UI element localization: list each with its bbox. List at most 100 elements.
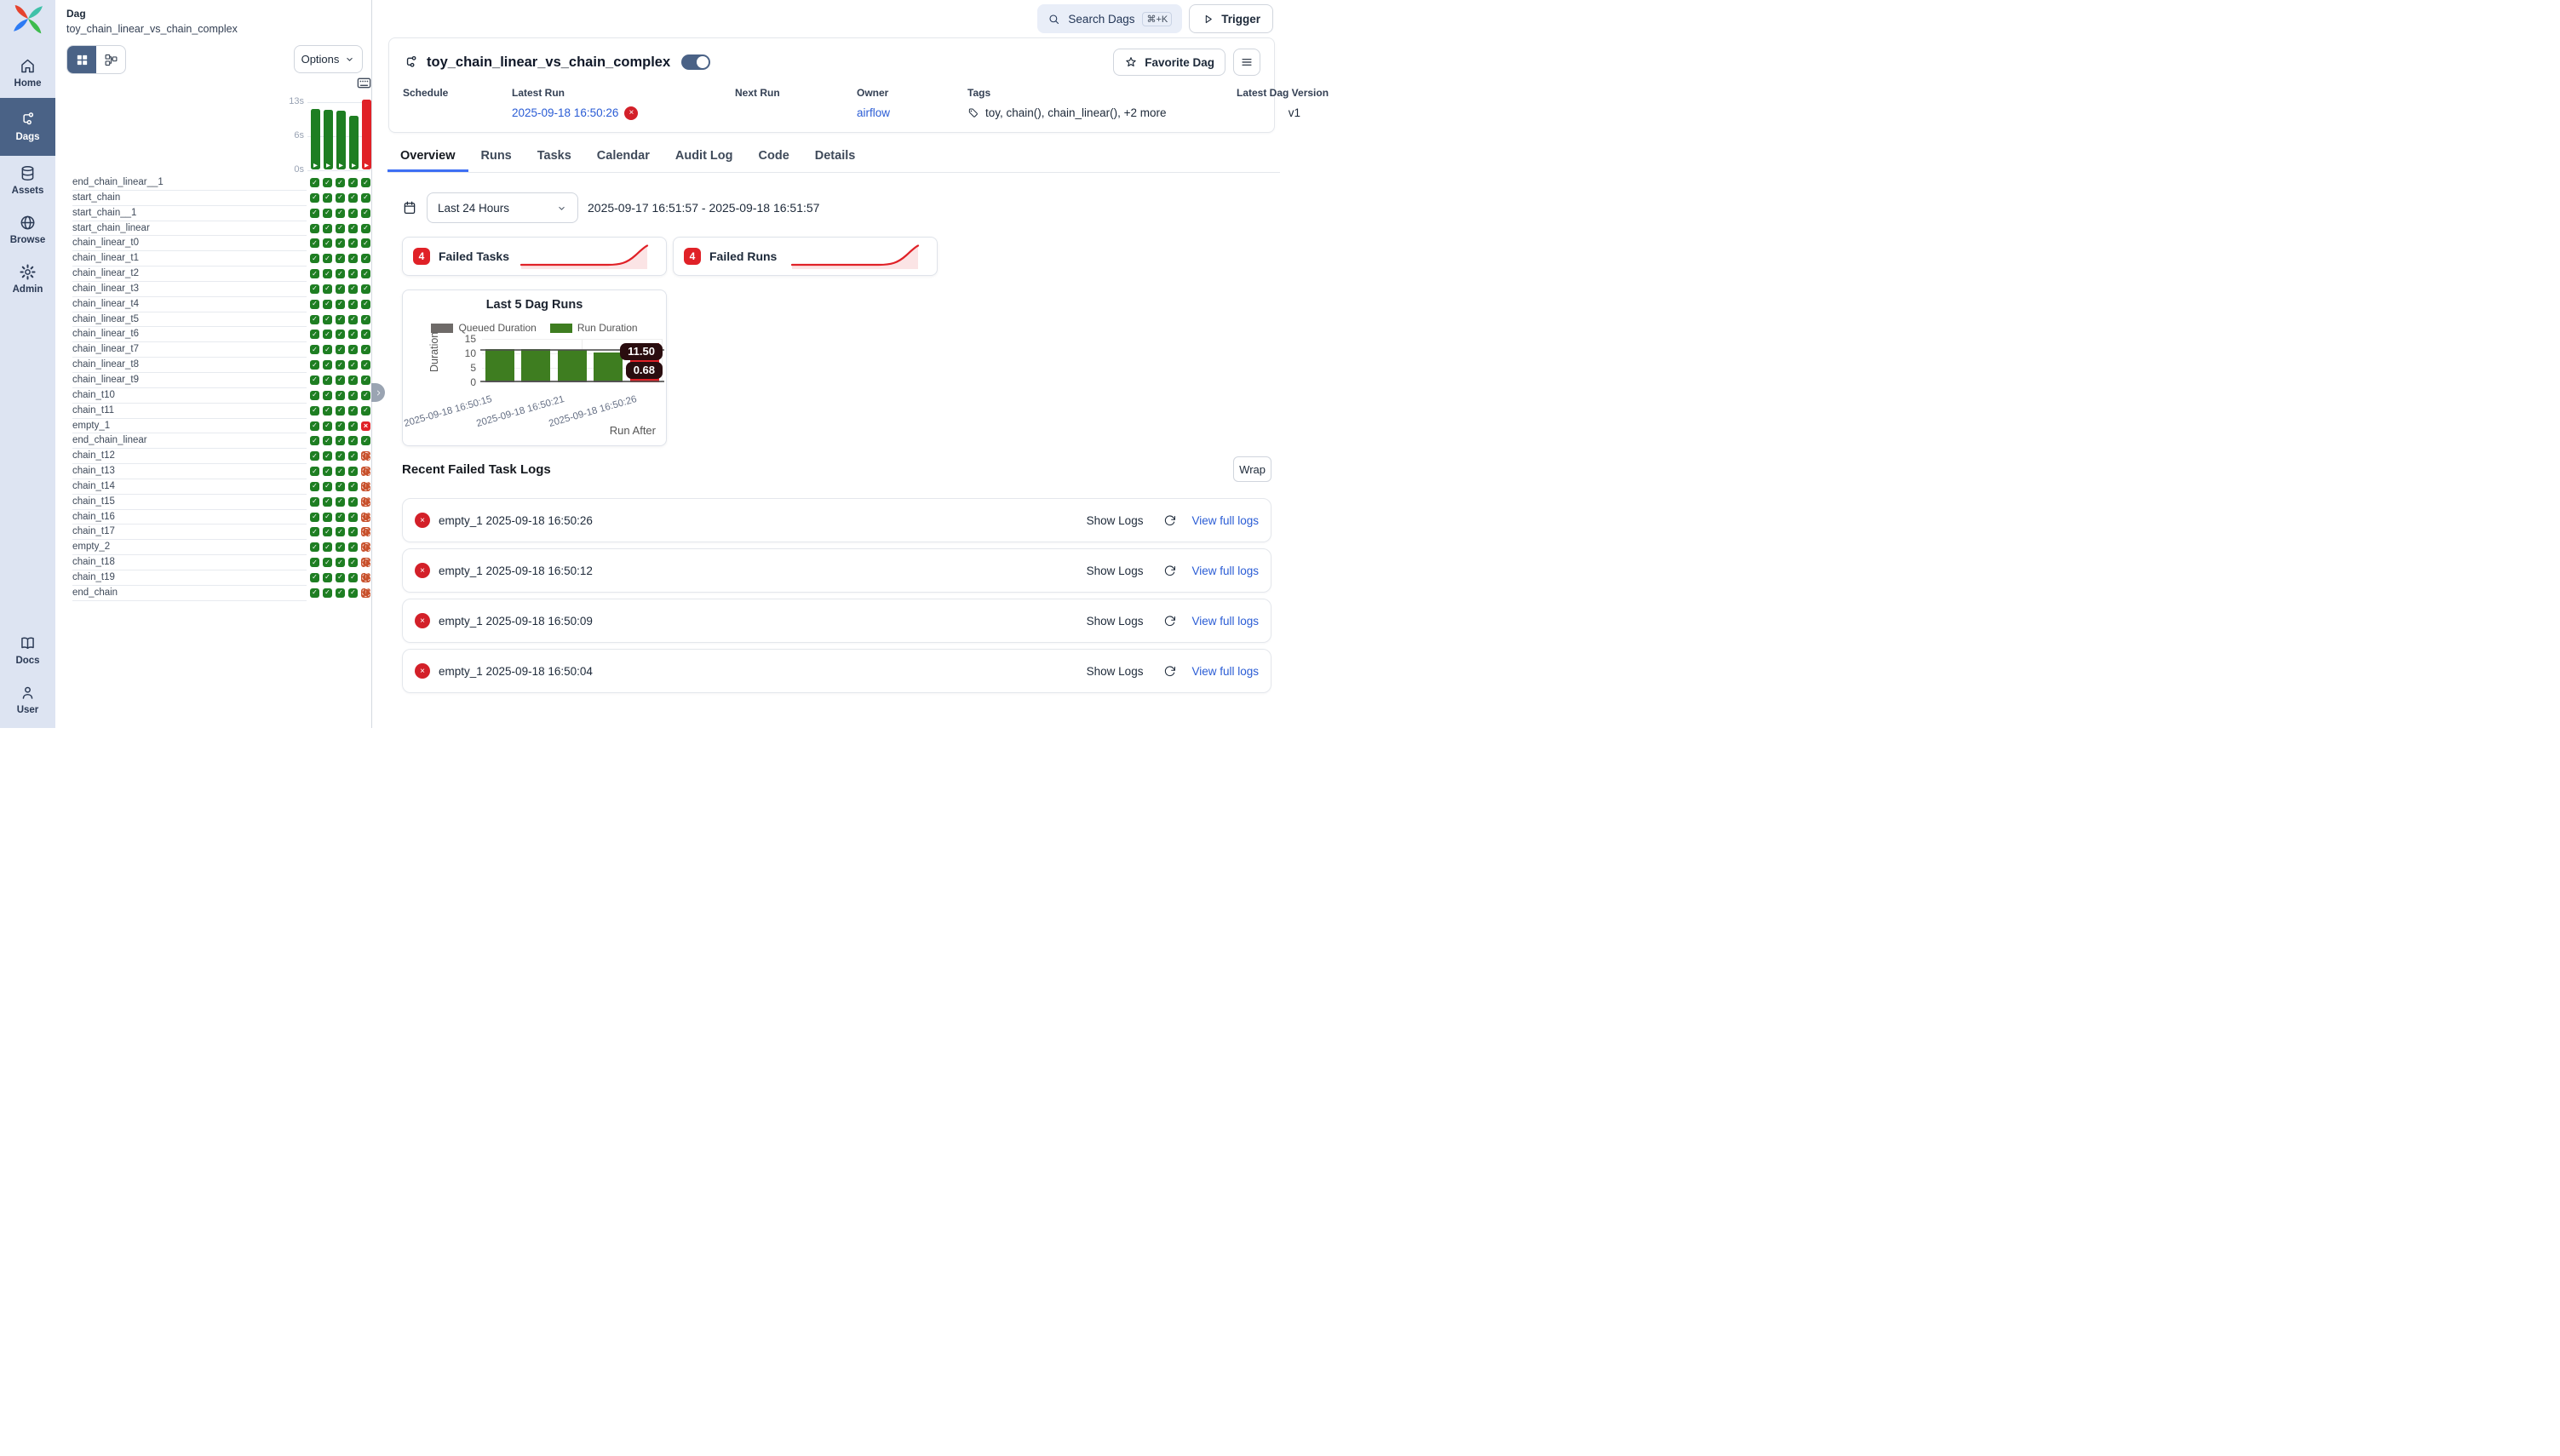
task-instance-success[interactable]: ✓: [361, 330, 370, 339]
dag-run-bar[interactable]: ▶: [349, 116, 359, 169]
task-instance-success[interactable]: ✓: [348, 193, 358, 203]
task-instance-success[interactable]: ✓: [310, 527, 319, 536]
task-instance-success[interactable]: ✓: [336, 254, 345, 263]
task-instance-success[interactable]: ✓: [348, 542, 358, 552]
task-instance-success[interactable]: ✓: [336, 467, 345, 476]
task-instance-success[interactable]: ✓: [323, 345, 332, 354]
task-instance-success[interactable]: ✓: [310, 178, 319, 187]
task-name[interactable]: chain_linear_t7: [72, 342, 307, 358]
task-instance-success[interactable]: ✓: [348, 224, 358, 233]
tab-tasks[interactable]: Tasks: [525, 143, 584, 172]
tab-calendar[interactable]: Calendar: [584, 143, 663, 172]
task-instance-success[interactable]: ✓: [348, 421, 358, 431]
task-instance-success[interactable]: ✓: [336, 315, 345, 324]
dag-menu-button[interactable]: [1233, 49, 1260, 76]
task-instance-success[interactable]: ✓: [323, 375, 332, 385]
trigger-button[interactable]: Trigger: [1189, 4, 1273, 33]
task-instance-success[interactable]: ✓: [348, 451, 358, 461]
task-instance-success[interactable]: ✓: [348, 315, 358, 324]
task-instance-success[interactable]: ✓: [348, 254, 358, 263]
refresh-icon[interactable]: [1163, 514, 1176, 527]
task-name[interactable]: empty_1: [72, 419, 307, 434]
task-instance-success[interactable]: ✓: [336, 451, 345, 461]
task-instance-success[interactable]: ✓: [310, 513, 319, 522]
task-instance-success[interactable]: ✓: [323, 421, 332, 431]
task-instance-success[interactable]: ✓: [310, 436, 319, 445]
task-instance-success[interactable]: ✓: [310, 254, 319, 263]
view-full-logs-link[interactable]: View full logs: [1191, 665, 1259, 678]
favorite-dag-button[interactable]: Favorite Dag: [1113, 49, 1225, 76]
task-instance-success[interactable]: ✓: [336, 542, 345, 552]
task-instance-success[interactable]: ✓: [361, 345, 370, 354]
task-name[interactable]: chain_linear_t0: [72, 236, 307, 251]
task-instance-success[interactable]: ✓: [348, 345, 358, 354]
task-instance-success[interactable]: ✓: [348, 436, 358, 445]
task-instance-success[interactable]: ✓: [310, 542, 319, 552]
task-instance-failed[interactable]: ×: [361, 421, 370, 431]
task-instance-upstream_failed[interactable]: ↑: [361, 588, 370, 598]
task-instance-success[interactable]: ✓: [361, 209, 370, 218]
task-instance-success[interactable]: ✓: [361, 178, 370, 187]
task-instance-success[interactable]: ✓: [310, 573, 319, 582]
task-instance-upstream_failed[interactable]: ↑: [361, 558, 370, 567]
airflow-logo[interactable]: [13, 4, 43, 35]
task-name[interactable]: chain_t12: [72, 449, 307, 464]
task-instance-success[interactable]: ✓: [323, 360, 332, 370]
latest-run-link[interactable]: 2025-09-18 16:50:26: [512, 106, 618, 119]
task-instance-success[interactable]: ✓: [336, 300, 345, 309]
task-instance-success[interactable]: ✓: [336, 360, 345, 370]
task-name[interactable]: chain_t16: [72, 510, 307, 525]
dag-run-bar[interactable]: ▶: [324, 110, 333, 169]
failed-runs-card[interactable]: 4 Failed Runs: [673, 237, 938, 276]
task-instance-success[interactable]: ✓: [323, 527, 332, 536]
sidebar-item-home[interactable]: Home: [0, 49, 55, 98]
task-instance-success[interactable]: ✓: [323, 254, 332, 263]
task-instance-success[interactable]: ✓: [361, 436, 370, 445]
task-instance-success[interactable]: ✓: [310, 315, 319, 324]
task-instance-success[interactable]: ✓: [348, 588, 358, 598]
task-name[interactable]: chain_linear_t1: [72, 251, 307, 267]
task-name[interactable]: chain_linear_t6: [72, 327, 307, 342]
task-instance-success[interactable]: ✓: [361, 315, 370, 324]
task-instance-success[interactable]: ✓: [310, 406, 319, 416]
task-instance-success[interactable]: ✓: [348, 209, 358, 218]
task-instance-upstream_failed[interactable]: ↑: [361, 482, 370, 491]
task-instance-upstream_failed[interactable]: ↑: [361, 573, 370, 582]
task-instance-success[interactable]: ✓: [323, 497, 332, 507]
time-range-select[interactable]: Last 24 Hours: [427, 192, 578, 223]
task-instance-success[interactable]: ✓: [336, 224, 345, 233]
task-instance-success[interactable]: ✓: [310, 209, 319, 218]
task-instance-success[interactable]: ✓: [310, 193, 319, 203]
panel-divider[interactable]: [371, 0, 388, 728]
task-instance-success[interactable]: ✓: [348, 330, 358, 339]
task-instance-success[interactable]: ✓: [323, 224, 332, 233]
task-instance-upstream_failed[interactable]: ↑: [361, 542, 370, 552]
task-instance-success[interactable]: ✓: [323, 193, 332, 203]
task-instance-upstream_failed[interactable]: ↑: [361, 527, 370, 536]
refresh-icon[interactable]: [1163, 615, 1176, 628]
task-instance-success[interactable]: ✓: [323, 406, 332, 416]
task-instance-upstream_failed[interactable]: ↑: [361, 451, 370, 461]
show-logs-button[interactable]: Show Logs: [1087, 565, 1144, 577]
task-instance-success[interactable]: ✓: [336, 345, 345, 354]
task-instance-success[interactable]: ✓: [336, 527, 345, 536]
task-instance-success[interactable]: ✓: [348, 300, 358, 309]
task-instance-success[interactable]: ✓: [323, 513, 332, 522]
task-name[interactable]: chain_linear_t3: [72, 282, 307, 297]
task-instance-success[interactable]: ✓: [348, 391, 358, 400]
task-instance-success[interactable]: ✓: [336, 406, 345, 416]
task-instance-success[interactable]: ✓: [310, 497, 319, 507]
task-instance-success[interactable]: ✓: [348, 527, 358, 536]
tab-overview[interactable]: Overview: [387, 143, 468, 172]
task-instance-success[interactable]: ✓: [348, 406, 358, 416]
task-instance-success[interactable]: ✓: [323, 451, 332, 461]
task-instance-success[interactable]: ✓: [323, 588, 332, 598]
task-instance-success[interactable]: ✓: [361, 254, 370, 263]
dag-run-duration-bar[interactable]: [558, 350, 587, 382]
task-instance-success[interactable]: ✓: [310, 421, 319, 431]
task-name[interactable]: end_chain_linear__1: [72, 175, 307, 191]
task-instance-success[interactable]: ✓: [336, 269, 345, 278]
show-logs-button[interactable]: Show Logs: [1087, 514, 1144, 527]
dag-run-bar[interactable]: ▶: [362, 100, 371, 169]
task-instance-success[interactable]: ✓: [323, 467, 332, 476]
